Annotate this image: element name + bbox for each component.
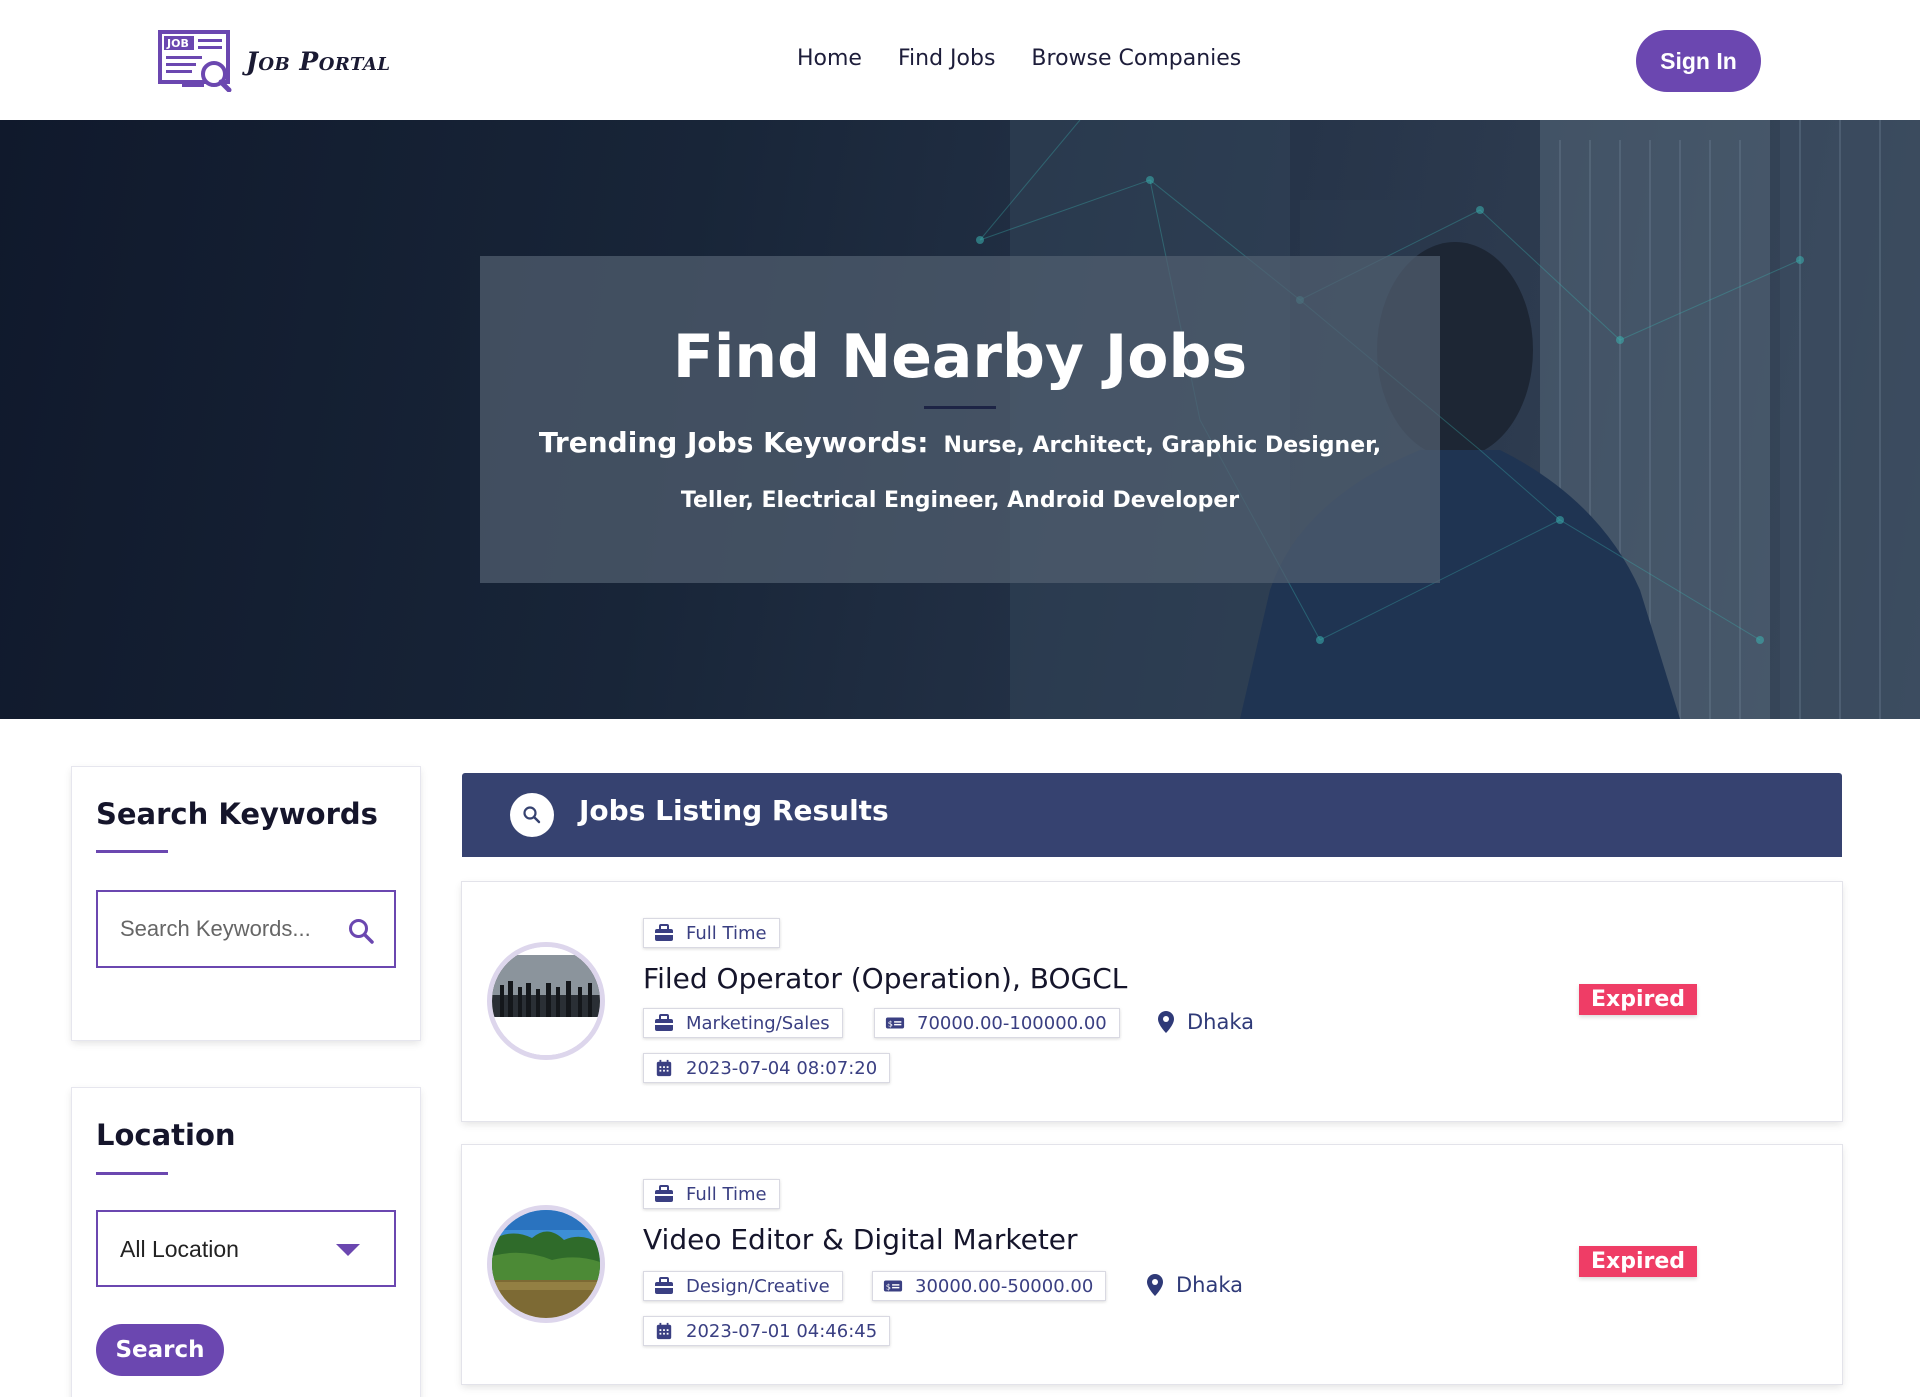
job-type-label: Full Time xyxy=(686,1183,767,1205)
main-nav: Home Find Jobs Browse Companies xyxy=(797,46,1241,71)
site-header: JOB Job Portal Home Find Jobs Browse Com… xyxy=(0,0,1920,120)
location-underline xyxy=(96,1172,168,1175)
results-title: Jobs Listing Results xyxy=(579,794,889,827)
job-type-label: Full Time xyxy=(686,922,767,944)
job-location-label: Dhaka xyxy=(1187,1010,1255,1034)
location-panel: Location All Location Search xyxy=(72,1088,420,1397)
logo-text: Job Portal xyxy=(246,46,391,76)
briefcase-icon xyxy=(655,924,673,941)
job-title[interactable]: Video Editor & Digital Marketer xyxy=(643,1223,1078,1256)
nav-find-jobs[interactable]: Find Jobs xyxy=(898,46,995,71)
trending-keywords: Trending Jobs Keywords: Nurse, Architect… xyxy=(480,416,1440,529)
company-logo[interactable] xyxy=(487,942,605,1060)
job-salary-label: 70000.00-100000.00 xyxy=(917,1012,1107,1034)
job-category-tag: Design/Creative xyxy=(643,1271,843,1301)
search-icon[interactable] xyxy=(348,918,374,944)
status-badge: Expired xyxy=(1579,984,1698,1015)
location-selected-value: All Location xyxy=(120,1236,239,1262)
search-button[interactable]: Search xyxy=(96,1324,224,1376)
money-bill-icon: $ xyxy=(883,1280,903,1292)
calendar-icon xyxy=(656,1059,672,1077)
location-select[interactable]: All Location xyxy=(96,1210,396,1287)
briefcase-icon xyxy=(655,1185,673,1202)
job-category-label: Marketing/Sales xyxy=(686,1012,830,1034)
hero-title-underline xyxy=(924,406,996,409)
trending-label: Trending Jobs Keywords: xyxy=(538,426,929,459)
svg-text:$: $ xyxy=(888,1019,893,1029)
job-date-label: 2023-07-01 04:46:45 xyxy=(686,1320,878,1342)
job-card[interactable]: Full Time Video Editor & Digital Markete… xyxy=(462,1145,1842,1384)
logo[interactable]: JOB Job Portal xyxy=(158,30,391,93)
search-keywords-title: Search Keywords xyxy=(96,797,378,831)
sign-in-button[interactable]: Sign In xyxy=(1636,30,1761,92)
job-type-tag: Full Time xyxy=(643,1179,780,1209)
company-logo[interactable] xyxy=(487,1205,605,1323)
job-type-tag: Full Time xyxy=(643,918,780,948)
briefcase-icon xyxy=(655,1014,673,1031)
job-location: Dhaka xyxy=(1146,1273,1243,1297)
chevron-down-icon xyxy=(336,1244,360,1256)
job-location-label: Dhaka xyxy=(1176,1273,1244,1297)
job-date-tag: 2023-07-01 04:46:45 xyxy=(643,1316,891,1346)
nav-browse-companies[interactable]: Browse Companies xyxy=(1031,46,1241,71)
hero-overlay-box: Find Nearby Jobs Trending Jobs Keywords:… xyxy=(480,256,1440,583)
job-salary-tag: $ 30000.00-50000.00 xyxy=(872,1271,1107,1301)
nav-home[interactable]: Home xyxy=(797,46,862,71)
map-pin-icon xyxy=(1158,1011,1174,1033)
map-pin-icon xyxy=(1147,1274,1163,1296)
search-keywords-panel: Search Keywords xyxy=(72,767,420,1040)
job-salary-label: 30000.00-50000.00 xyxy=(915,1275,1094,1297)
job-date-tag: 2023-07-04 08:07:20 xyxy=(643,1053,891,1083)
keyword-search-box xyxy=(96,890,396,968)
hero-banner: Find Nearby Jobs Trending Jobs Keywords:… xyxy=(0,120,1920,719)
search-keywords-underline xyxy=(96,850,168,853)
keyword-search-input[interactable] xyxy=(120,892,330,966)
job-portal-logo-icon: JOB xyxy=(158,30,232,93)
status-badge: Expired xyxy=(1579,1246,1698,1277)
hero-title: Find Nearby Jobs xyxy=(672,322,1248,392)
location-title: Location xyxy=(96,1118,236,1152)
search-icon xyxy=(510,793,554,837)
job-category-tag: Marketing/Sales xyxy=(643,1008,843,1038)
logo-badge-text: JOB xyxy=(166,37,189,50)
svg-text:$: $ xyxy=(886,1282,891,1292)
job-date-label: 2023-07-04 08:07:20 xyxy=(686,1057,878,1079)
job-title[interactable]: Filed Operator (Operation), BOGCL xyxy=(643,962,1127,995)
results-header: Jobs Listing Results xyxy=(462,773,1842,857)
job-salary-tag: $ 70000.00-100000.00 xyxy=(874,1008,1120,1038)
calendar-icon xyxy=(656,1322,672,1340)
job-card[interactable]: Full Time Filed Operator (Operation), BO… xyxy=(462,882,1842,1121)
job-location: Dhaka xyxy=(1157,1010,1254,1034)
briefcase-icon xyxy=(655,1277,673,1294)
money-bill-icon: $ xyxy=(885,1017,905,1029)
job-category-label: Design/Creative xyxy=(686,1275,830,1297)
